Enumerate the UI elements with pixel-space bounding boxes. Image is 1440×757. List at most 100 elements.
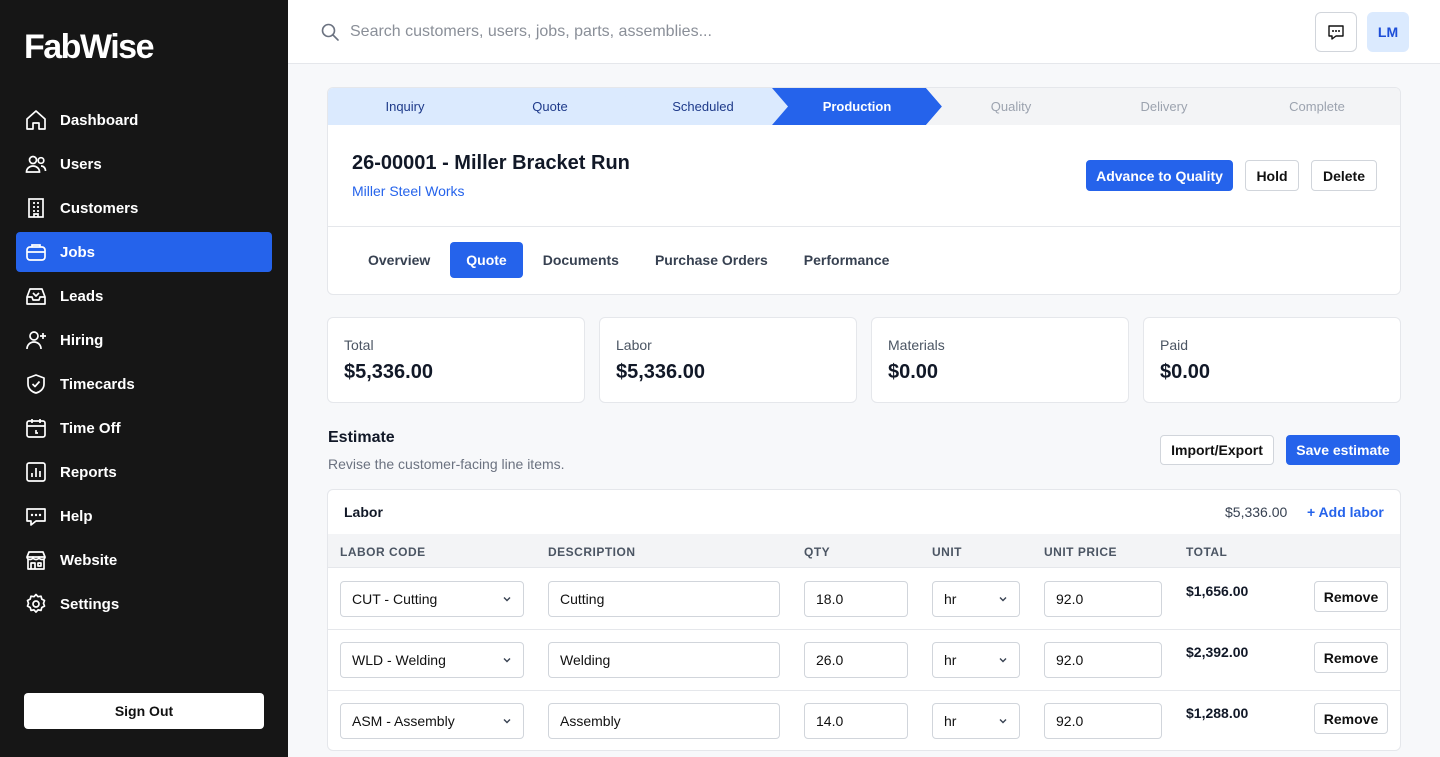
description-input[interactable]	[548, 703, 780, 739]
qty-input[interactable]	[804, 703, 908, 739]
column-header-labor-code: Labor code	[340, 545, 426, 559]
table-header: Labor code Description Qty Unit Unit pri…	[328, 534, 1400, 568]
search-input[interactable]	[350, 16, 1050, 48]
remove-button[interactable]: Remove	[1314, 642, 1388, 673]
step-label: Production	[822, 99, 892, 114]
gear-icon	[26, 593, 46, 613]
stat-card-labor: Labor $5,336.00	[599, 317, 857, 403]
labor-code-select[interactable]: ASM - Assembly	[340, 703, 524, 739]
unit-select[interactable]: hr	[932, 703, 1020, 739]
qty-input[interactable]	[804, 581, 908, 617]
step-label: Inquiry	[385, 99, 425, 114]
tab-purchase-orders[interactable]: Purchase Orders	[639, 242, 784, 278]
page-title: 26-00001 - Miller Bracket Run	[352, 152, 630, 174]
sidebar-item-help[interactable]: Help	[16, 496, 272, 536]
labor-title: Labor	[344, 504, 383, 520]
chevron-down-icon	[503, 719, 511, 724]
app-logo[interactable]: FabWise	[24, 28, 155, 67]
step-quote[interactable]: Quote	[465, 88, 635, 125]
add-labor-link[interactable]: + Add labor	[1307, 504, 1384, 520]
unit-price-input[interactable]	[1044, 703, 1162, 739]
remove-button[interactable]: Remove	[1314, 581, 1388, 612]
unit-price-input[interactable]	[1044, 642, 1162, 678]
sidebar-item-jobs[interactable]: Jobs	[16, 232, 272, 272]
column-header-unit: Unit	[932, 545, 962, 559]
briefcase-icon	[26, 244, 46, 261]
sidebar-item-label: Hiring	[60, 331, 104, 349]
step-label: Complete	[1289, 99, 1345, 114]
sidebar-item-settings[interactable]: Settings	[16, 584, 272, 624]
home-icon	[26, 110, 46, 130]
avatar[interactable]: LM	[1367, 12, 1409, 52]
advance-to-quality-button[interactable]: Advance to Quality	[1086, 160, 1233, 191]
step-quality[interactable]: Quality	[926, 88, 1096, 125]
table-row: CUT - Cutting hr $1,656.00 Remove	[328, 569, 1400, 630]
tab-performance[interactable]: Performance	[788, 242, 906, 278]
labor-section: Labor $5,336.00 + Add labor Labor code D…	[327, 489, 1401, 751]
select-value: hr	[944, 591, 957, 607]
description-input[interactable]	[548, 642, 780, 678]
sign-out-button[interactable]: Sign Out	[24, 693, 264, 729]
sidebar-item-label: Leads	[60, 287, 104, 305]
row-total: $1,288.00	[1186, 705, 1249, 721]
message-icon	[26, 508, 46, 526]
sidebar-item-label: Settings	[60, 595, 120, 613]
row-total: $2,392.00	[1186, 644, 1249, 660]
estimate-title: Estimate	[328, 429, 395, 446]
step-inquiry[interactable]: Inquiry	[328, 88, 482, 125]
sidebar-item-label: Jobs	[60, 243, 96, 261]
labor-code-select[interactable]: WLD - Welding	[340, 642, 524, 678]
sidebar-item-time-off[interactable]: Time Off	[16, 408, 272, 448]
tab-documents[interactable]: Documents	[527, 242, 635, 278]
save-estimate-button[interactable]: Save estimate	[1286, 435, 1400, 465]
shield-check-icon	[27, 374, 45, 394]
select-value: WLD - Welding	[352, 652, 446, 668]
description-input[interactable]	[548, 581, 780, 617]
sidebar-item-dashboard[interactable]: Dashboard	[16, 100, 272, 140]
labor-code-select[interactable]: CUT - Cutting	[340, 581, 524, 617]
sidebar-item-label: Users	[60, 155, 102, 173]
unit-select[interactable]: hr	[932, 581, 1020, 617]
unit-select[interactable]: hr	[932, 642, 1020, 678]
step-label: Quote	[532, 99, 568, 114]
unit-price-input[interactable]	[1044, 581, 1162, 617]
hold-button[interactable]: Hold	[1245, 160, 1299, 191]
sidebar-item-label: Dashboard	[60, 111, 139, 129]
tab-quote[interactable]: Quote	[450, 242, 523, 278]
sidebar-item-customers[interactable]: Customers	[16, 188, 272, 228]
sidebar-item-label: Customers	[60, 199, 139, 217]
delete-button[interactable]: Delete	[1311, 160, 1377, 191]
step-label: Quality	[990, 99, 1032, 114]
step-scheduled[interactable]: Scheduled	[618, 88, 788, 125]
sidebar: FabWise Dashboard Users Customers Jobs L…	[0, 0, 288, 757]
step-delivery[interactable]: Delivery	[1079, 88, 1249, 125]
chevron-down-icon	[999, 597, 1007, 602]
select-value: hr	[944, 713, 957, 729]
sidebar-item-users[interactable]: Users	[16, 144, 272, 184]
remove-button[interactable]: Remove	[1314, 703, 1388, 734]
user-plus-icon	[26, 331, 46, 350]
sidebar-item-timecards[interactable]: Timecards	[16, 364, 272, 404]
messages-button[interactable]	[1315, 12, 1357, 52]
sidebar-item-label: Help	[60, 507, 93, 525]
step-production[interactable]: Production	[772, 88, 942, 125]
row-total: $1,656.00	[1186, 583, 1249, 599]
stat-label: Total	[344, 337, 374, 353]
step-complete[interactable]: Complete	[1232, 88, 1400, 125]
customer-link[interactable]: Miller Steel Works	[352, 183, 465, 199]
sidebar-item-website[interactable]: Website	[16, 540, 272, 580]
tab-overview[interactable]: Overview	[352, 242, 446, 278]
step-label: Scheduled	[672, 99, 734, 114]
sidebar-item-hiring[interactable]: Hiring	[16, 320, 272, 360]
sidebar-item-reports[interactable]: Reports	[16, 452, 272, 492]
qty-input[interactable]	[804, 642, 908, 678]
import-export-button[interactable]: Import/Export	[1160, 435, 1274, 465]
status-stepper: Inquiry Quote Scheduled Production Quali…	[328, 88, 1400, 125]
job-tabs: Overview Quote Documents Purchase Orders…	[352, 242, 909, 278]
storefront-icon	[26, 551, 46, 570]
labor-header: Labor $5,336.00 + Add labor	[328, 490, 1400, 534]
stat-label: Materials	[888, 337, 945, 353]
stat-label: Paid	[1160, 337, 1189, 353]
job-card: Inquiry Quote Scheduled Production Quali…	[327, 87, 1401, 295]
sidebar-item-leads[interactable]: Leads	[16, 276, 272, 316]
